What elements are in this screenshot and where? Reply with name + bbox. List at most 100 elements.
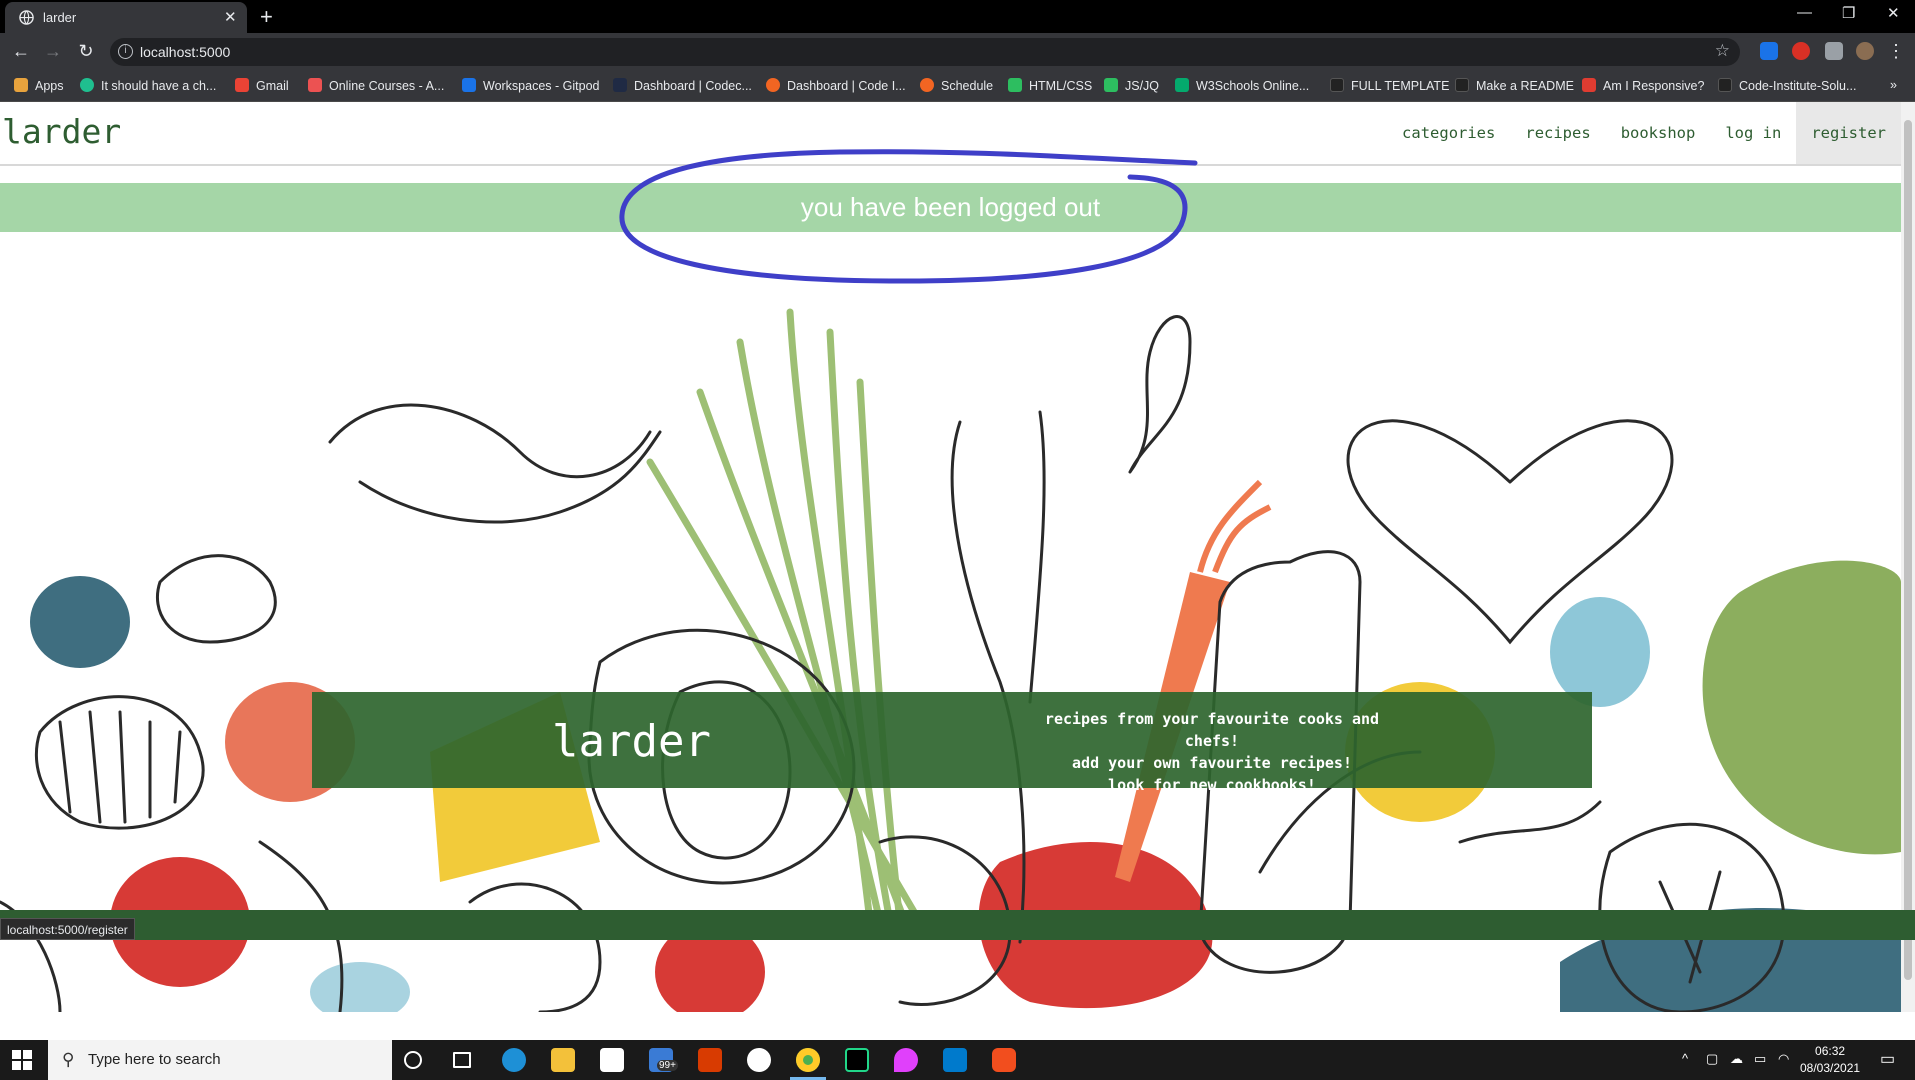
vegetable-illustration: [0, 308, 1901, 1012]
bookmark-item[interactable]: Am I Responsive?: [1582, 78, 1704, 93]
reload-icon[interactable]: ↻: [75, 41, 97, 62]
office-icon[interactable]: [698, 1048, 722, 1072]
tray-chevron-icon[interactable]: ^: [1682, 1051, 1688, 1066]
mail-badge: 99+: [657, 1060, 678, 1071]
page-icon: [1455, 78, 1469, 92]
light-blue-blob: [1550, 597, 1650, 707]
store-icon[interactable]: [600, 1048, 624, 1072]
profile-avatar[interactable]: [1856, 42, 1874, 60]
bookmark-star-icon[interactable]: ☆: [1715, 41, 1730, 61]
figma-icon[interactable]: [992, 1048, 1016, 1072]
task-view-icon[interactable]: [453, 1052, 471, 1068]
gmail-icon: [235, 78, 249, 92]
schedule-icon: [920, 78, 934, 92]
nav-bookshop[interactable]: bookshop: [1606, 102, 1711, 164]
evernote-icon: [1008, 78, 1022, 92]
page-footer-band: [0, 910, 1915, 940]
pycharm-icon[interactable]: [845, 1048, 869, 1072]
cortana-icon[interactable]: [404, 1051, 422, 1069]
meet-now-icon[interactable]: ▢: [1706, 1051, 1718, 1067]
new-tab-button[interactable]: +: [260, 4, 273, 30]
minimize-icon[interactable]: —: [1797, 4, 1812, 21]
bookmark-item[interactable]: Apps: [14, 78, 64, 93]
hero-title: larder: [552, 716, 711, 767]
battery-icon[interactable]: ▭: [1754, 1051, 1766, 1067]
windows-taskbar: ⚲ Type here to search 99+ ^ ▢ ☁ ▭ ◠ 06:3…: [0, 1040, 1915, 1080]
bookmark-item[interactable]: Dashboard | Codec...: [613, 78, 752, 93]
browser-tab[interactable]: larder ✕: [5, 2, 247, 33]
bookmark-item[interactable]: Code-Institute-Solu...: [1718, 78, 1856, 93]
menu-kebab-icon[interactable]: ⋮: [1885, 41, 1907, 62]
link-status-tooltip: localhost:5000/register: [0, 918, 135, 940]
bookmark-item[interactable]: HTML/CSS: [1008, 78, 1092, 93]
bookmark-item[interactable]: It should have a ch...: [80, 78, 216, 93]
mail-icon[interactable]: 99+: [649, 1048, 678, 1072]
nav-recipes[interactable]: recipes: [1510, 102, 1605, 164]
onedrive-icon[interactable]: ☁: [1730, 1051, 1743, 1067]
taskbar-search[interactable]: ⚲ Type here to search: [48, 1040, 392, 1080]
evernote-icon: [1104, 78, 1118, 92]
bookmarks-overflow-icon[interactable]: »: [1890, 78, 1897, 92]
vscode-icon[interactable]: [943, 1048, 967, 1072]
bookmark-favicon-icon: [80, 78, 94, 92]
taskbar-clock[interactable]: 06:32 08/03/2021: [1800, 1043, 1860, 1077]
udemy-icon: [308, 78, 322, 92]
address-bar[interactable]: i localhost:5000 ☆: [110, 38, 1740, 66]
nav-categories[interactable]: categories: [1387, 102, 1510, 164]
site-navbar: larder categories recipes bookshop log i…: [0, 102, 1901, 166]
bookmark-item[interactable]: W3Schools Online...: [1175, 78, 1309, 93]
file-explorer-icon[interactable]: [551, 1048, 575, 1072]
code-institute-icon: [766, 78, 780, 92]
garlic-shape: [310, 962, 410, 1012]
gitpod-extension-icon[interactable]: [1760, 42, 1778, 60]
line-art-outlines: [0, 315, 1786, 1012]
browser-tab-strip: larder ✕ + — ❐ ✕: [0, 0, 1915, 33]
page-scrollbar[interactable]: [1901, 102, 1915, 1012]
brand-logo[interactable]: larder: [2, 112, 121, 151]
blocker-extension-icon[interactable]: [1792, 42, 1810, 60]
notifications-icon[interactable]: ▭: [1880, 1049, 1895, 1069]
bookmark-item[interactable]: Online Courses - A...: [308, 78, 444, 93]
extensions-puzzle-icon[interactable]: [1825, 42, 1843, 60]
bookmark-item[interactable]: Gmail: [235, 78, 289, 93]
bookmark-item[interactable]: Make a README: [1455, 78, 1574, 93]
nav-log-in[interactable]: log in: [1710, 102, 1796, 164]
site-info-icon[interactable]: i: [118, 44, 133, 59]
restore-icon[interactable]: ❐: [1842, 4, 1855, 22]
bookmark-item[interactable]: FULL TEMPLATE: [1330, 78, 1449, 93]
address-url[interactable]: localhost:5000: [140, 44, 230, 60]
bookmark-item[interactable]: JS/JQ: [1104, 78, 1159, 93]
paint-drop-icon[interactable]: [894, 1048, 918, 1072]
scrollbar-thumb[interactable]: [1904, 120, 1912, 980]
windows-start-icon[interactable]: [12, 1050, 32, 1070]
tagline-line: look for new cookbooks!: [1108, 776, 1316, 794]
bookmark-item[interactable]: Schedule: [920, 78, 993, 93]
lettuce-shape: [1702, 560, 1901, 855]
slack-icon[interactable]: [747, 1048, 771, 1072]
am-i-responsive-icon: [1582, 78, 1596, 92]
github-icon: [1330, 78, 1344, 92]
bookmark-item[interactable]: Dashboard | Code I...: [766, 78, 906, 93]
web-page: larder categories recipes bookshop log i…: [0, 102, 1915, 1012]
tab-close-icon[interactable]: ✕: [224, 8, 237, 26]
back-arrow-icon[interactable]: ←: [10, 41, 32, 62]
search-icon: ⚲: [62, 1050, 75, 1069]
green-onion-stalks: [646, 308, 924, 926]
bookmarks-bar: Apps It should have a ch... Gmail Online…: [0, 71, 1915, 102]
w3schools-icon: [1175, 78, 1189, 92]
bookmark-item[interactable]: Workspaces - Gitpod: [462, 78, 599, 93]
flash-message: you have been logged out: [0, 183, 1901, 232]
taskbar-search-input[interactable]: Type here to search: [88, 1051, 221, 1068]
clock-time: 06:32: [1815, 1044, 1846, 1058]
edge-icon[interactable]: [502, 1048, 526, 1072]
tagline-line: add your own favourite recipes!: [1072, 754, 1352, 772]
carrot-leaves: [1197, 479, 1272, 574]
tagline-line: recipes from your favourite cooks and ch…: [1044, 710, 1380, 750]
forward-arrow-icon[interactable]: →: [42, 41, 64, 62]
window-close-icon[interactable]: ✕: [1887, 4, 1900, 22]
nav-links: categories recipes bookshop log in regis…: [1387, 102, 1901, 164]
nav-register[interactable]: register: [1796, 102, 1901, 164]
wifi-icon[interactable]: ◠: [1778, 1051, 1789, 1067]
hero-tagline: recipes from your favourite cooks and ch…: [1042, 708, 1382, 796]
chrome-icon[interactable]: [796, 1048, 820, 1072]
